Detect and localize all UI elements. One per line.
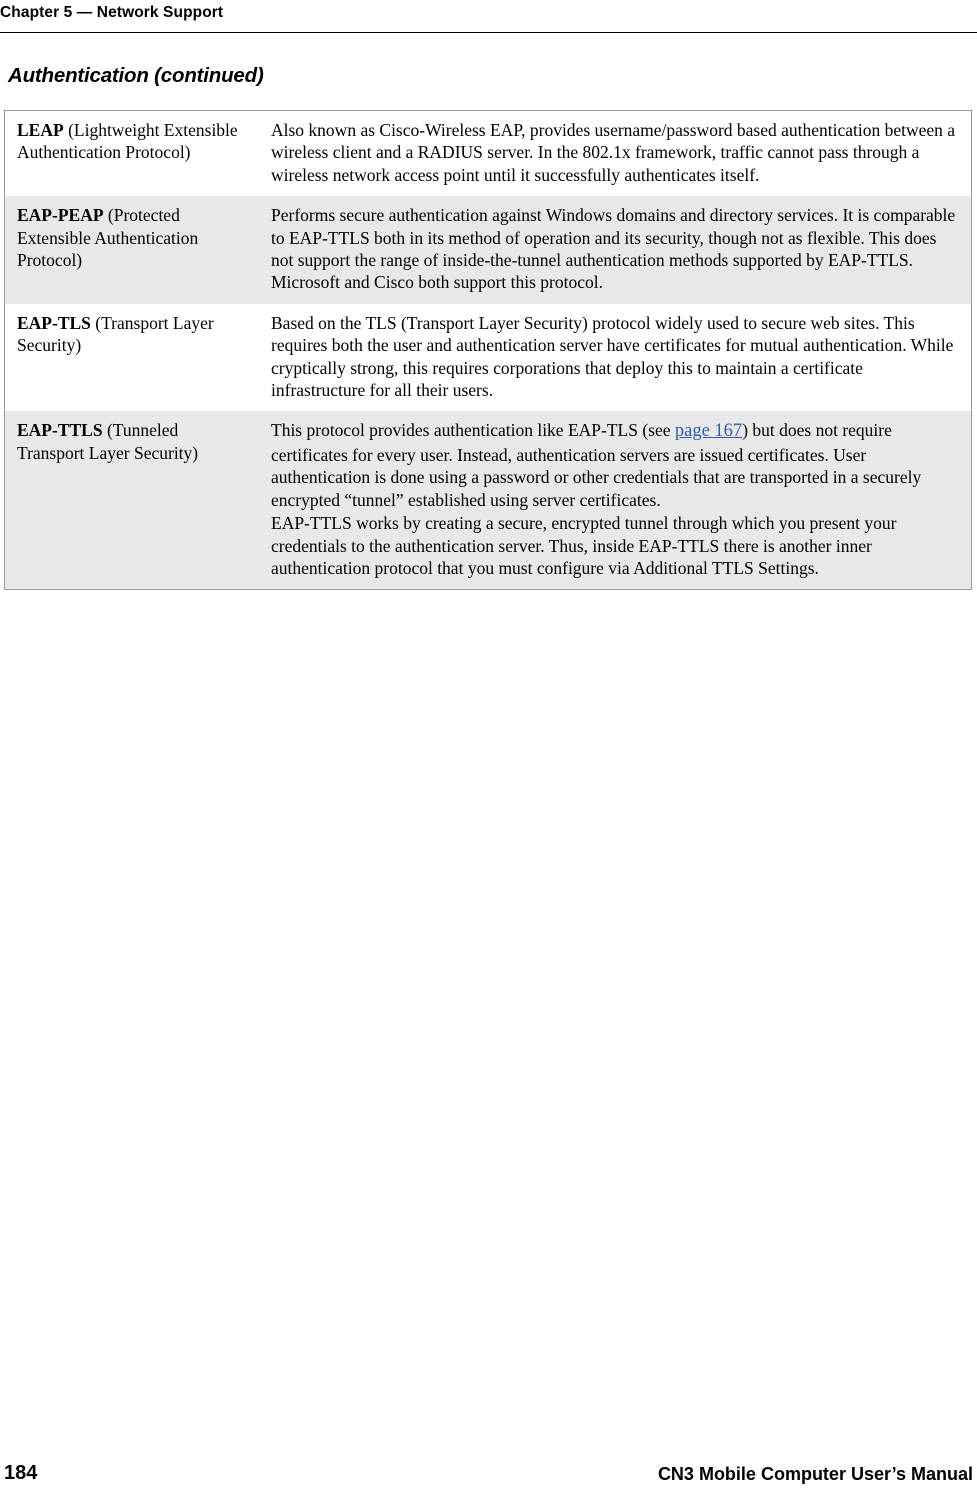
description-paragraph: Performs secure authentication against W… bbox=[271, 205, 956, 293]
table-cell-description: Performs secure authentication against W… bbox=[259, 196, 971, 304]
term-name: LEAP bbox=[17, 120, 64, 140]
crossref-prefix: This protocol provides authentication li… bbox=[271, 420, 675, 441]
table-cell-term: LEAP (Lightweight Extensible Authenticat… bbox=[5, 111, 259, 197]
page-167-link[interactable]: page 167 bbox=[675, 421, 742, 441]
table-cell-term: EAP-PEAP (Protected Extensible Authentic… bbox=[5, 196, 259, 304]
term-name: EAP-TTLS bbox=[17, 420, 103, 441]
document-page: Chapter 5 — Network Support Authenticati… bbox=[0, 0, 977, 1503]
description-paragraph-with-crossref: This protocol provides authentication li… bbox=[271, 419, 961, 511]
table-cell-description: Also known as Cisco-Wireless EAP, provid… bbox=[259, 111, 971, 197]
term-name: EAP-PEAP bbox=[17, 205, 104, 226]
table-row: EAP-TTLS (Tunneled Transport Layer Secur… bbox=[5, 411, 971, 590]
running-header: Chapter 5 — Network Support bbox=[0, 4, 224, 21]
table-row: LEAP (Lightweight Extensible Authenticat… bbox=[5, 111, 971, 197]
authentication-table: LEAP (Lightweight Extensible Authenticat… bbox=[4, 110, 972, 591]
description-paragraph: EAP-TTLS works by creating a secure, enc… bbox=[271, 513, 897, 578]
description-paragraph: Based on the TLS (Transport Layer Securi… bbox=[271, 312, 954, 400]
section-title: Authentication (continued) bbox=[8, 64, 264, 87]
page-number: 184 bbox=[4, 1462, 38, 1484]
table-row: EAP-TLS (Transport Layer Security) Based… bbox=[5, 303, 971, 412]
manual-title-footer: CN3 Mobile Computer User’s Manual bbox=[657, 1464, 973, 1484]
table-cell-description: This protocol provides authentication li… bbox=[259, 411, 971, 590]
description-paragraph: Also known as Cisco-Wireless EAP, provid… bbox=[271, 120, 956, 185]
header-divider bbox=[0, 32, 977, 33]
table-cell-term: EAP-TLS (Transport Layer Security) bbox=[5, 303, 259, 412]
term-name: EAP-TLS bbox=[17, 312, 91, 333]
table-cell-term: EAP-TTLS (Tunneled Transport Layer Secur… bbox=[5, 411, 259, 590]
table-cell-description: Based on the TLS (Transport Layer Securi… bbox=[259, 303, 971, 412]
table-row: EAP-PEAP (Protected Extensible Authentic… bbox=[5, 196, 971, 304]
